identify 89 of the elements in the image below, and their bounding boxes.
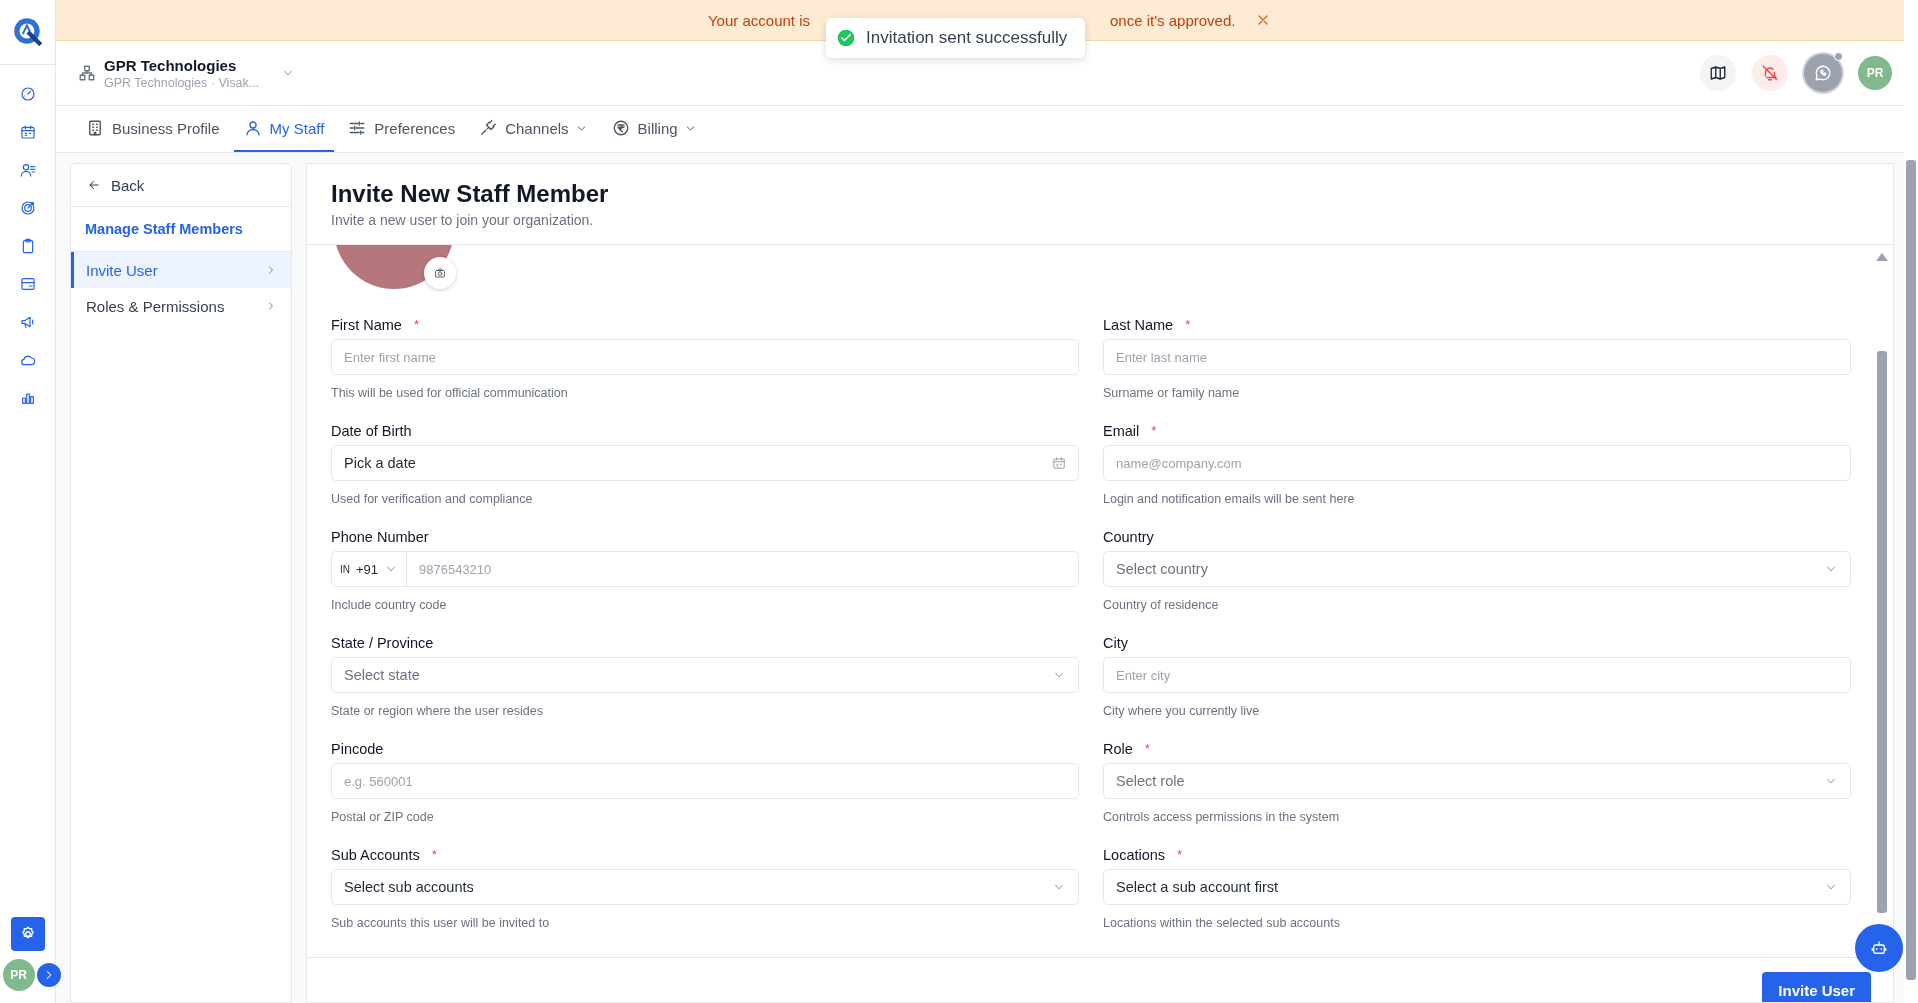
field-label: Pincode — [331, 741, 384, 757]
required-mark: * — [413, 317, 419, 333]
help-text: Locations within the selected sub accounts — [1103, 916, 1341, 930]
sliders-icon — [348, 119, 367, 137]
field-label: First Name — [331, 317, 402, 333]
field-label: Role — [1103, 741, 1133, 757]
banner-text: once it's approved. — [1110, 11, 1236, 29]
tab[interactable]: Business Profile — [76, 106, 230, 152]
user-icon — [243, 119, 262, 137]
organization-name: GPR Technologies — [104, 56, 238, 74]
banner-text: Your account is — [708, 11, 810, 29]
organization-subtitle: GPR Technologies · Visak... — [104, 75, 260, 90]
required-mark: * — [1185, 317, 1191, 333]
field-label: Country — [1103, 529, 1154, 545]
back-link[interactable]: Back — [71, 164, 291, 207]
phone-input[interactable]: 9876543210 — [407, 552, 1078, 586]
hierarchy-icon — [78, 64, 96, 82]
select-field[interactable]: Select state — [331, 657, 1079, 693]
field-label: Email — [1103, 423, 1140, 439]
bar-chart-icon — [19, 390, 36, 406]
help-text: Controls access permissions in the system — [1103, 810, 1341, 824]
notifications-button[interactable] — [1752, 55, 1788, 91]
field-label: Locations — [1103, 847, 1166, 863]
tab[interactable]: Preferences — [338, 106, 466, 152]
select-field[interactable]: Select country — [1103, 551, 1851, 587]
help-text: Login and notification emails will be sent here — [1103, 492, 1356, 506]
bell-off-icon — [1761, 64, 1779, 82]
help-text: Include country code — [331, 598, 448, 612]
select-field[interactable]: Select role — [1103, 763, 1851, 799]
input-field[interactable]: name@company.com — [1103, 445, 1851, 481]
invite-user-button[interactable]: Invite User — [1762, 972, 1871, 1002]
field-label: Phone Number — [331, 529, 429, 545]
input-field[interactable]: e.g. 560001 — [331, 763, 1079, 799]
select-field[interactable]: Select a sub account first — [1103, 869, 1851, 905]
input-field[interactable]: Enter city — [1103, 657, 1851, 693]
arrow-left-icon — [87, 178, 101, 192]
gauge-icon — [19, 86, 36, 102]
required-mark: * — [1151, 423, 1157, 439]
help-text: City where you currently live — [1103, 704, 1261, 718]
success-icon — [836, 28, 856, 48]
field-label: Date of Birth — [331, 423, 412, 439]
select-field[interactable]: Select sub accounts — [331, 869, 1079, 905]
help-text: Surname or family name — [1103, 386, 1241, 400]
field-label: Sub Accounts — [331, 847, 420, 863]
upload-photo-button[interactable] — [424, 257, 456, 289]
robot-icon — [1870, 939, 1888, 957]
building-icon — [86, 119, 104, 137]
menu-item[interactable]: Roles & Permissions — [71, 288, 291, 324]
page-title: Invite New Staff Member — [331, 180, 610, 208]
help-text: Postal or ZIP code — [331, 810, 435, 824]
status-dot — [1834, 52, 1843, 61]
help-text: Sub accounts this user will be invited to — [331, 916, 551, 930]
scrollbar[interactable] — [1906, 160, 1916, 980]
cloud-icon — [19, 352, 36, 368]
tab[interactable]: Channels — [469, 106, 598, 152]
chat-icon — [1814, 64, 1832, 82]
help-text: This will be used for official communication — [331, 386, 569, 400]
settings-button[interactable] — [10, 917, 45, 951]
megaphone-icon — [19, 314, 36, 330]
calendar-icon — [1052, 456, 1066, 470]
map-button[interactable] — [1700, 55, 1736, 91]
users-icon — [19, 162, 36, 178]
page-subtitle: Invite a new user to join your organization. — [331, 212, 595, 228]
help-text: Country of residence — [1103, 598, 1220, 612]
expand-button[interactable] — [36, 963, 61, 987]
required-mark: * — [1177, 847, 1183, 863]
input-field[interactable]: Enter last name — [1103, 339, 1851, 375]
country-code-select[interactable]: IN +91 — [332, 552, 407, 586]
required-mark: * — [1144, 741, 1150, 757]
toast-message: Invitation sent successfully — [866, 28, 1068, 48]
field-label: State / Province — [331, 635, 434, 651]
tab[interactable]: Billing — [601, 106, 707, 152]
field-label: City — [1103, 635, 1128, 651]
date-field[interactable]: Pick a date — [331, 445, 1079, 481]
field-label: Last Name — [1103, 317, 1174, 333]
help-text: Used for verification and compliance — [331, 492, 534, 506]
phone-field[interactable]: IN +91 9876543210 — [331, 551, 1079, 587]
help-text: State or region where the user resides — [331, 704, 544, 718]
organization-switcher[interactable]: GPR Technologies GPR Technologies · Visak... — [78, 56, 296, 90]
camera-icon — [434, 267, 446, 279]
rupee-icon — [611, 119, 630, 137]
card-icon — [19, 276, 36, 292]
input-field[interactable]: Enter first name — [331, 339, 1079, 375]
calendar-icon — [19, 124, 36, 140]
menu-item[interactable]: Invite User — [71, 252, 291, 288]
map-icon — [1709, 64, 1727, 82]
plug-icon — [479, 119, 498, 137]
target-icon — [19, 200, 36, 216]
required-mark: * — [431, 847, 437, 863]
